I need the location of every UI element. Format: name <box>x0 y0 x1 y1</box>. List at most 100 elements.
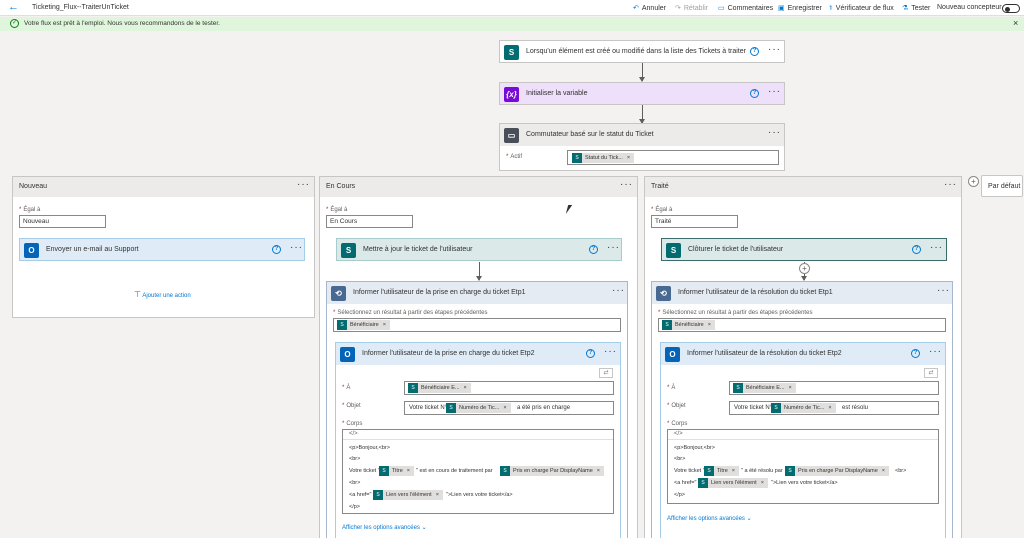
undo-button[interactable]: ↶ Annuler <box>633 4 666 12</box>
trigger-card[interactable]: S Lorsqu'un élément est créé ou modifié … <box>499 40 785 63</box>
send-email-etp2-card[interactable]: O Informer l'utilisateur de la résolutio… <box>660 342 946 538</box>
more-options-icon[interactable]: ··· <box>768 44 781 55</box>
dynamic-token[interactable]: S Titre × <box>379 466 415 476</box>
select-output-field[interactable]: S Bénéficiaire × <box>333 318 621 332</box>
dynamic-token[interactable]: S Statut du Tick... × <box>572 153 635 163</box>
remove-token-icon[interactable]: × <box>383 322 386 328</box>
advanced-options-link[interactable]: Afficher les options avancées ⌄ <box>342 524 427 531</box>
more-options-icon[interactable]: ··· <box>937 285 950 296</box>
advanced-options-link[interactable]: Afficher les options avancées ⌄ <box>667 515 752 522</box>
send-email-etp2-header[interactable]: O Informer l'utilisateur de la résolutio… <box>661 343 945 365</box>
redo-button[interactable]: ↷ Rétablir <box>675 4 708 12</box>
test-button[interactable]: ⚗ Tester <box>902 4 930 12</box>
case-nouveau[interactable]: Nouveau ··· * Égal à Nouveau O Envoyer un… <box>12 176 315 318</box>
help-icon[interactable]: ? <box>589 245 598 254</box>
init-variable-header[interactable]: {x} Initialiser la variable ? ··· <box>500 83 784 105</box>
switch-header[interactable]: ▭ Commutateur basé sur le statut du Tick… <box>500 124 784 146</box>
dynamic-token[interactable]: S Lien vers l'élément × <box>698 478 768 488</box>
remove-token-icon[interactable]: × <box>828 405 831 411</box>
apply-to-each-header[interactable]: ⟲ Informer l'utilisateur de la prise en … <box>327 282 627 304</box>
more-options-icon[interactable]: ··· <box>929 346 942 357</box>
add-action-link[interactable]: ⊤ Ajouter une action <box>134 290 191 299</box>
dynamic-token[interactable]: S Numéro de Tic... × <box>446 403 511 413</box>
switch-on-field[interactable]: S Statut du Tick... × <box>567 150 779 165</box>
new-designer-toggle[interactable] <box>1002 4 1020 13</box>
more-options-icon[interactable]: ··· <box>290 242 303 253</box>
to-field[interactable]: S Bénéficiaire E... × <box>729 381 939 395</box>
apply-to-each-header[interactable]: ⟲ Informer l'utilisateur de la résolutio… <box>652 282 952 304</box>
apply-to-each-card[interactable]: ⟲ Informer l'utilisateur de la prise en … <box>326 281 628 538</box>
swap-icon[interactable]: ⇄ <box>599 368 613 378</box>
trigger-header[interactable]: S Lorsqu'un élément est créé ou modifié … <box>500 41 784 63</box>
subject-field[interactable]: Votre ticket N° S Numéro de Tic... × a été… <box>404 401 614 415</box>
dynamic-token[interactable]: S Pris en charge Par DisplayName × <box>785 466 890 476</box>
case-header[interactable]: Traité ··· <box>645 177 961 197</box>
remove-token-icon[interactable]: × <box>789 385 792 391</box>
send-email-card[interactable]: O Envoyer un e-mail au Support ? ··· <box>19 238 305 261</box>
help-icon[interactable]: ? <box>586 349 595 358</box>
equals-input[interactable]: En Cours <box>326 215 413 228</box>
more-options-icon[interactable]: ··· <box>604 346 617 357</box>
close-ticket-card[interactable]: S Clôturer le ticket de l'utilisateur ? … <box>661 238 947 261</box>
arrow-left-icon[interactable]: ← <box>8 1 19 13</box>
select-output-field[interactable]: S Bénéficiaire × <box>658 318 946 332</box>
help-icon[interactable]: ? <box>912 245 921 254</box>
more-options-icon[interactable]: ··· <box>607 242 620 253</box>
switch-card[interactable]: ▭ Commutateur basé sur le statut du Tick… <box>499 123 785 171</box>
dynamic-token[interactable]: S Pris en charge Par DisplayName × <box>500 466 605 476</box>
remove-token-icon[interactable]: × <box>407 468 410 474</box>
more-options-icon[interactable]: ··· <box>768 86 781 97</box>
remove-token-icon[interactable]: × <box>732 468 735 474</box>
dynamic-token[interactable]: S Bénéficiaire E... × <box>733 383 796 393</box>
help-icon[interactable]: ? <box>750 47 759 56</box>
send-email-etp2-header[interactable]: O Informer l'utilisateur de la prise en … <box>336 343 620 365</box>
dynamic-token[interactable]: S Lien vers l'élément × <box>373 490 443 500</box>
help-icon[interactable]: ? <box>911 349 920 358</box>
dynamic-token[interactable]: S Titre × <box>704 466 740 476</box>
swap-icon[interactable]: ⇄ <box>924 368 938 378</box>
dynamic-token[interactable]: S Bénéficiaire × <box>662 320 715 330</box>
equals-input[interactable]: Nouveau <box>19 215 106 228</box>
remove-token-icon[interactable]: × <box>708 322 711 328</box>
remove-token-icon[interactable]: × <box>627 155 630 161</box>
subject-field[interactable]: Votre ticket N° S Numéro de Tic... × est r… <box>729 401 939 415</box>
remove-token-icon[interactable]: × <box>761 480 764 486</box>
more-options-icon[interactable]: ··· <box>944 179 957 190</box>
save-button[interactable]: ▣ Enregistrer <box>778 4 822 12</box>
dynamic-token[interactable]: S Numéro de Tic... × <box>771 403 836 413</box>
send-email-etp2-card[interactable]: O Informer l'utilisateur de la prise en … <box>335 342 621 538</box>
remove-token-icon[interactable]: × <box>597 468 600 474</box>
remove-token-icon[interactable]: × <box>464 385 467 391</box>
help-icon[interactable]: ? <box>272 245 281 254</box>
to-field[interactable]: S Bénéficiaire E... × <box>404 381 614 395</box>
case-default[interactable]: Par défaut <box>981 175 1023 197</box>
help-icon[interactable]: ? <box>750 89 759 98</box>
add-case-icon[interactable]: + <box>968 176 979 187</box>
code-view-icon[interactable]: </> <box>343 430 613 440</box>
remove-token-icon[interactable]: × <box>882 468 885 474</box>
init-variable-card[interactable]: {x} Initialiser la variable ? ··· <box>499 82 785 105</box>
case-traite[interactable]: Traité ··· * Égal à Traité S Clôturer le … <box>644 176 962 538</box>
equals-input[interactable]: Traité <box>651 215 738 228</box>
comments-button[interactable]: ▭ Commentaires <box>718 4 773 12</box>
update-ticket-header[interactable]: S Mettre à jour le ticket de l'utilisate… <box>337 239 621 261</box>
body-editor[interactable]: </> <p>Bonjour,<br> <br> Votre ticket " … <box>342 429 614 514</box>
case-encours[interactable]: En Cours ··· * Égal à En Cours S Mettre à… <box>319 176 638 538</box>
case-header[interactable]: Nouveau ··· <box>13 177 314 197</box>
dynamic-token[interactable]: S Bénéficiaire × <box>337 320 390 330</box>
update-ticket-card[interactable]: S Mettre à jour le ticket de l'utilisate… <box>336 238 622 261</box>
body-editor[interactable]: </> <p>Bonjour,<br> <br> Votre ticket " … <box>667 429 939 504</box>
remove-token-icon[interactable]: × <box>503 405 506 411</box>
insert-step-icon[interactable]: + <box>799 263 810 274</box>
case-header[interactable]: En Cours ··· <box>320 177 637 197</box>
more-options-icon[interactable]: ··· <box>930 242 943 253</box>
more-options-icon[interactable]: ··· <box>620 179 633 190</box>
more-options-icon[interactable]: ··· <box>612 285 625 296</box>
remove-token-icon[interactable]: × <box>436 492 439 498</box>
send-email-header[interactable]: O Envoyer un e-mail au Support ? ··· <box>20 239 304 261</box>
close-icon[interactable]: × <box>1013 18 1018 28</box>
code-view-icon[interactable]: </> <box>668 430 938 440</box>
more-options-icon[interactable]: ··· <box>297 179 310 190</box>
close-ticket-header[interactable]: S Clôturer le ticket de l'utilisateur ? … <box>662 239 946 261</box>
more-options-icon[interactable]: ··· <box>768 127 781 138</box>
